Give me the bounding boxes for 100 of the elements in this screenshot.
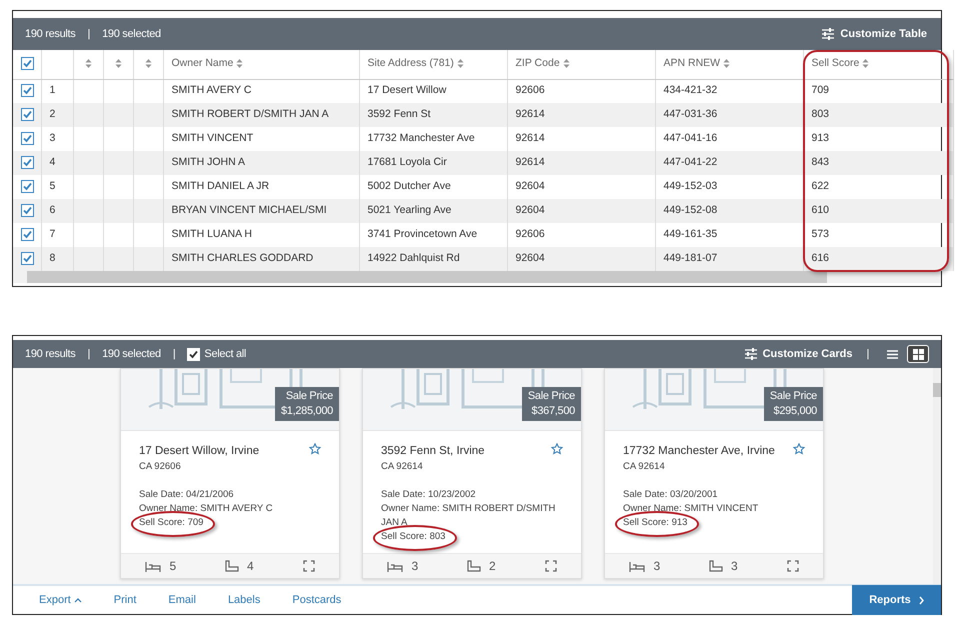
star-icon[interactable] (309, 443, 321, 455)
select-all-label[interactable]: Select all (204, 346, 246, 362)
export-menu-link[interactable]: Export (39, 592, 82, 608)
table-cell: 913 (812, 132, 830, 144)
checkbox[interactable] (21, 180, 34, 193)
bed-icon (387, 560, 404, 572)
card-field: Owner Name: SMITH AVERY C (139, 502, 273, 514)
sort-icon[interactable] (84, 59, 92, 68)
sort-icon[interactable] (144, 59, 152, 68)
separator: | (88, 26, 90, 42)
checkbox[interactable] (21, 132, 34, 145)
bath-count: 3 (731, 558, 738, 575)
table-cell: 449-152-08 (664, 204, 718, 216)
customize-table-button[interactable]: Customize Table (820, 24, 929, 44)
checkbox[interactable] (21, 204, 34, 217)
row-number: 5 (50, 180, 56, 192)
customize-cards-button[interactable]: Customize Cards (742, 344, 854, 364)
price-label: Sale Price (528, 389, 575, 404)
selected-count: 190 selected (102, 346, 161, 362)
price-value: $1,285,000 (280, 404, 333, 419)
price-label: Sale Price (284, 389, 333, 404)
bathtub-icon (467, 560, 481, 572)
row-number: 3 (50, 132, 56, 144)
grid-view-button[interactable] (907, 345, 929, 363)
table-cell: SMITH JOHN A (172, 156, 246, 168)
table-cell: 92606 (516, 228, 545, 240)
card-subtitle: CA 92614 (623, 460, 666, 474)
table-cell: 434-421-32 (664, 84, 718, 96)
row-number: 2 (50, 108, 56, 120)
table-cell: 92604 (516, 252, 545, 264)
table-cell: 709 (812, 84, 830, 96)
table-cell: 803 (812, 108, 830, 120)
table-cell: 92614 (516, 108, 545, 120)
column-header[interactable]: ZIP Code (516, 57, 570, 70)
table-cell: 17732 Manchester Ave (368, 132, 475, 144)
table-cell: 622 (812, 180, 830, 192)
table-cell: 449-161-35 (664, 228, 718, 240)
price-value: $295,000 (772, 404, 817, 419)
table-cell: 3741 Provincetown Ave (368, 228, 478, 240)
bath-count: 2 (489, 558, 496, 575)
expand-icon[interactable] (302, 560, 315, 572)
table-cell: 447-041-22 (664, 156, 718, 168)
table-cell: SMITH DANIEL A JR (172, 180, 270, 192)
footer-link[interactable]: Labels (228, 592, 260, 608)
bed-count: 3 (653, 558, 660, 575)
horizontal-scrollbar[interactable] (13, 271, 941, 283)
footer-link[interactable]: Print (114, 592, 136, 608)
table-cell: 449-181-07 (664, 252, 718, 264)
expand-icon[interactable] (544, 560, 557, 572)
separator: | (866, 346, 869, 362)
table-cell: 3592 Fenn St (368, 108, 431, 120)
row-number: 8 (50, 252, 56, 264)
row-number: 6 (50, 204, 56, 216)
column-header[interactable]: Owner Name (172, 57, 244, 70)
star-icon[interactable] (793, 443, 805, 455)
table-cell: 573 (812, 228, 830, 240)
column-header[interactable]: Site Address (781) (368, 57, 464, 70)
column-header[interactable]: APN RNEW (664, 57, 730, 70)
card-field: Sale Date: 03/20/2001 (623, 488, 718, 500)
card-field: Owner Name: SMITH VINCENT (623, 502, 758, 514)
bathtub-icon (225, 560, 239, 572)
expand-icon[interactable] (786, 560, 799, 572)
price-label: Sale Price (770, 389, 817, 404)
checkbox[interactable] (21, 252, 34, 265)
table-cell: 92614 (516, 132, 545, 144)
table-cell: 92614 (516, 156, 545, 168)
footer-link[interactable]: Email (168, 592, 196, 608)
bath-count: 4 (247, 558, 254, 575)
table-cell: SMITH CHARLES GODDARD (172, 252, 314, 264)
table-cell: SMITH VINCENT (172, 132, 254, 144)
separator: | (172, 346, 176, 362)
table-cell: 92604 (516, 204, 545, 216)
bed-icon (145, 560, 162, 572)
table-cell: 616 (812, 252, 830, 264)
card-title: 17 Desert Willow, Irvine (139, 444, 260, 459)
chevron-right-icon (918, 596, 924, 604)
selected-count: 190 selected (102, 26, 161, 42)
star-icon[interactable] (551, 443, 563, 455)
table-cell: 17681 Loyola Cir (368, 156, 447, 168)
reports-button[interactable]: Reports (852, 585, 941, 615)
checkbox[interactable] (21, 108, 34, 121)
checkbox[interactable] (21, 84, 34, 98)
table-cell: SMITH LUANA H (172, 228, 252, 240)
bed-count: 3 (411, 558, 418, 575)
sort-icon[interactable] (114, 59, 122, 68)
bathtub-icon (709, 560, 723, 572)
checkbox[interactable] (21, 156, 34, 169)
footer-link[interactable]: Postcards (292, 592, 342, 608)
row-number: 1 (50, 84, 56, 96)
price-value: $367,500 (530, 404, 575, 419)
card-subtitle: CA 92614 (381, 460, 424, 474)
card-title: 3592 Fenn St, Irvine (381, 444, 485, 459)
column-header[interactable]: Sell Score (812, 57, 870, 70)
row-number: 7 (50, 228, 56, 240)
checkbox[interactable] (21, 228, 34, 241)
card-field: Sale Date: 10/23/2002 (381, 488, 476, 500)
checkbox[interactable] (21, 57, 34, 70)
card-field: Sell Score: 709 (139, 516, 204, 528)
bed-icon (629, 560, 646, 572)
vertical-scrollbar[interactable] (933, 368, 941, 584)
